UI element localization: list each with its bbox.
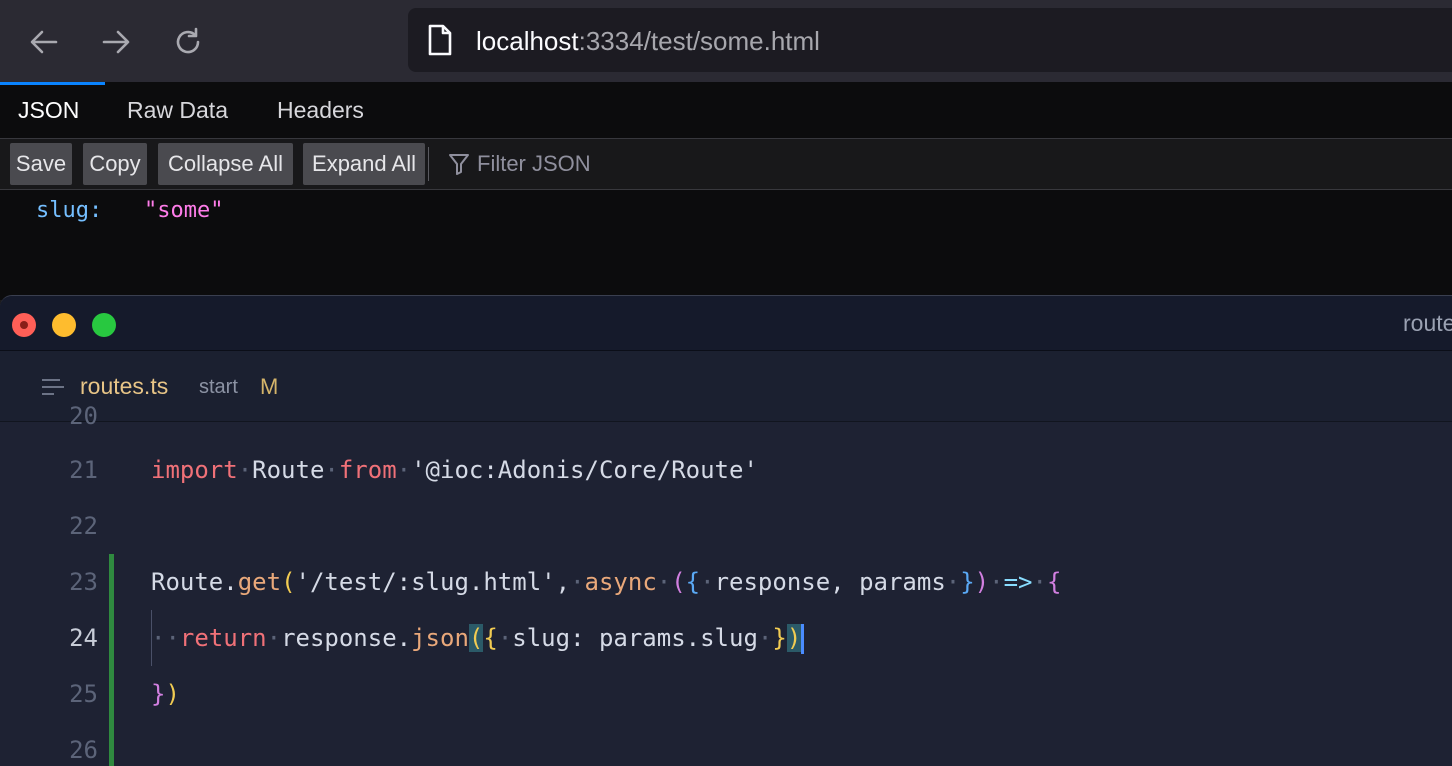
expand-all-button[interactable]: Expand All	[303, 143, 425, 185]
line-number: 25	[69, 680, 98, 708]
code-area[interactable]: 20 21 import·Route·from·'@ioc:Adonis/Cor…	[0, 402, 1452, 766]
forward-button[interactable]	[96, 22, 136, 62]
code-line: 25 })	[0, 666, 1452, 722]
page-icon	[428, 24, 452, 56]
arrow-right-icon	[102, 30, 130, 54]
code-text: Route.get('/test/:slug.html',·async·({·r…	[151, 568, 1062, 596]
close-icon	[20, 321, 28, 329]
url-bar[interactable]: localhost:3334/test/some.html	[408, 8, 1452, 72]
text-cursor	[801, 624, 805, 654]
line-number: 23	[69, 568, 98, 596]
json-key[interactable]: slug:	[36, 198, 102, 223]
code-editor-window: route routes.ts start M 20 21 import·Rou…	[0, 295, 1452, 766]
filter-json-input[interactable]: Filter JSON	[477, 150, 591, 178]
json-tree: slug: "some"	[0, 190, 1452, 300]
collapse-all-button[interactable]: Collapse All	[158, 143, 293, 185]
url-path: :3334/test/some.html	[578, 26, 820, 56]
line-number: 22	[69, 512, 98, 540]
tab-headers[interactable]: Headers	[277, 96, 364, 124]
minimize-window-button[interactable]	[52, 313, 76, 337]
code-text: ··return·response.json({·slug: params.sl…	[151, 610, 805, 666]
back-button[interactable]	[24, 22, 64, 62]
window-title: route	[1403, 310, 1452, 336]
code-line: 23 Route.get('/test/:slug.html',·async·(…	[0, 554, 1452, 610]
toolbar-divider	[428, 147, 429, 181]
line-number: 21	[69, 456, 98, 484]
line-number: 20	[69, 402, 98, 430]
tab-json[interactable]: JSON	[18, 96, 79, 124]
reload-icon	[176, 27, 200, 54]
reload-button[interactable]	[168, 22, 208, 62]
code-line: 21 import·Route·from·'@ioc:Adonis/Core/R…	[0, 442, 1452, 498]
arrow-left-icon	[30, 30, 58, 54]
url-host: localhost	[476, 26, 579, 56]
json-viewer-tabs: JSON Raw Data Headers	[0, 82, 1452, 139]
window-titlebar: route	[0, 296, 1452, 351]
browser-toolbar: localhost:3334/test/some.html	[0, 0, 1452, 82]
code-line: 24 ··return·response.json({·slug: params…	[0, 610, 1452, 666]
maximize-window-button[interactable]	[92, 313, 116, 337]
code-line: 22	[0, 498, 1452, 554]
copy-button[interactable]: Copy	[83, 143, 147, 185]
url-text[interactable]: localhost:3334/test/some.html	[476, 26, 820, 56]
code-text: })	[151, 680, 180, 708]
json-value[interactable]: "some"	[144, 198, 223, 223]
line-number: 24	[69, 624, 98, 652]
json-toolbar: Save Copy Collapse All Expand All Filter…	[0, 139, 1452, 190]
code-line: 20	[0, 388, 1452, 444]
code-line: 26	[0, 722, 1452, 766]
line-number: 26	[69, 736, 98, 764]
close-window-button[interactable]	[12, 313, 36, 337]
filter-icon	[449, 154, 469, 175]
save-button[interactable]: Save	[10, 143, 72, 185]
active-tab-indicator	[0, 82, 105, 85]
code-text: import·Route·from·'@ioc:Adonis/Core/Rout…	[151, 456, 758, 484]
tab-raw-data[interactable]: Raw Data	[127, 96, 228, 124]
